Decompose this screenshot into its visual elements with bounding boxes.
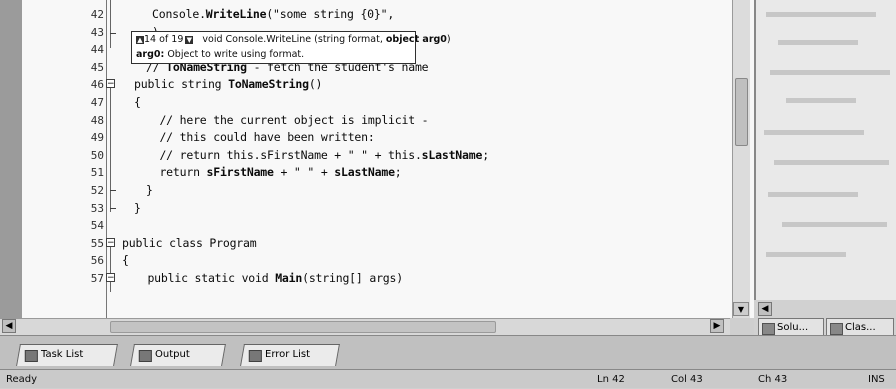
overload-down-icon[interactable]: ▼ <box>185 35 194 44</box>
editor-vertical-scrollbar[interactable] <box>732 0 750 318</box>
panel-scroll-left-button[interactable]: ◀ <box>758 302 772 316</box>
error-list-icon <box>248 350 262 362</box>
status-text: Ready <box>6 374 38 385</box>
line-number: 43 <box>90 25 104 39</box>
code-line[interactable]: // here the current object is implicit - <box>146 113 428 127</box>
code-line[interactable]: // return this.sFirstName + " " + this.s… <box>146 148 489 162</box>
code-line[interactable]: } <box>134 201 141 215</box>
line-number: 55 <box>90 236 104 250</box>
status-insert-mode: INS <box>868 374 885 385</box>
outline-end-tick <box>110 207 116 209</box>
signature-prefix: void Console.WriteLine (string format, <box>202 34 386 45</box>
code-line[interactable]: public string ToNameString() <box>134 77 322 91</box>
code-line[interactable]: { <box>134 95 141 109</box>
code-line[interactable]: public static void Main(string[] args) <box>134 271 403 285</box>
line-number: 51 <box>90 166 104 180</box>
line-number: 56 <box>90 254 104 268</box>
scroll-down-button[interactable]: ▼ <box>733 302 749 316</box>
class-view-icon <box>830 323 843 335</box>
scroll-right-button[interactable]: ▶ <box>710 319 724 333</box>
tab-label: Output <box>155 349 190 360</box>
code-line[interactable]: Console.WriteLine("some string {0}", <box>152 7 394 21</box>
line-number: 54 <box>90 219 104 233</box>
outline-guide <box>110 88 111 212</box>
tab-output[interactable]: Output <box>130 344 226 366</box>
code-line[interactable]: return sFirstName + " " + sLastName; <box>146 165 401 179</box>
status-line: Ln 42 <box>597 374 625 385</box>
tab-label: Error List <box>265 349 311 360</box>
tab-task-list[interactable]: Task List <box>16 344 118 366</box>
code-line[interactable]: } <box>146 183 153 197</box>
outline-guide <box>110 0 111 48</box>
tab-label: Solu... <box>777 322 809 333</box>
overload-up-icon[interactable]: ▲ <box>136 35 144 44</box>
param-name: arg0: <box>136 49 165 60</box>
line-number: 50 <box>90 148 104 162</box>
window-left-edge <box>0 0 22 318</box>
task-list-icon <box>24 350 38 362</box>
line-number: 49 <box>90 131 104 145</box>
code-line[interactable]: public class Program <box>122 236 257 250</box>
vertical-scroll-thumb[interactable] <box>735 78 748 146</box>
status-char: Ch 43 <box>758 374 788 385</box>
solution-explorer-icon <box>762 323 775 335</box>
param-description: Object to write using format. <box>164 49 305 60</box>
signature-current-param: object arg0 <box>385 34 447 45</box>
change-margin <box>106 0 107 318</box>
tab-label: Task List <box>41 349 84 360</box>
collapse-method-icon[interactable]: − <box>106 79 115 89</box>
outline-end-tick <box>110 33 116 34</box>
line-number: 46 <box>90 78 104 92</box>
code-line[interactable]: // this could have been written: <box>146 130 374 144</box>
scroll-left-button[interactable]: ◀ <box>2 319 16 333</box>
outline-guide <box>110 246 111 292</box>
line-number: 44 <box>90 43 104 57</box>
line-number: 53 <box>90 201 104 215</box>
status-column: Col 43 <box>671 374 703 385</box>
line-number: 57 <box>90 272 104 285</box>
line-number: 47 <box>90 96 104 109</box>
signature-suffix: ) <box>446 34 451 45</box>
line-number: 52 <box>90 184 104 197</box>
parameter-info-tooltip: ▲14 of 19 ▼ void Console.WriteLine (strin… <box>131 31 451 64</box>
code-line[interactable]: { <box>122 253 129 267</box>
collapse-main-icon[interactable]: − <box>106 273 115 283</box>
collapse-class-icon[interactable]: − <box>106 237 115 247</box>
horizontal-scroll-thumb[interactable] <box>110 321 496 333</box>
tab-label: Clas... <box>845 322 876 333</box>
overload-counter: 14 of 19 <box>144 34 184 45</box>
status-bar: Ready Ln 42 Col 43 Ch 43 INS <box>0 369 896 388</box>
tab-error-list[interactable]: Error List <box>240 344 340 366</box>
line-number: 45 <box>90 60 104 74</box>
outline-end-tick <box>110 190 116 191</box>
solution-explorer-panel <box>754 0 896 300</box>
line-number: 48 <box>90 113 104 127</box>
line-number: 42 <box>90 8 104 21</box>
output-icon <box>138 350 152 362</box>
